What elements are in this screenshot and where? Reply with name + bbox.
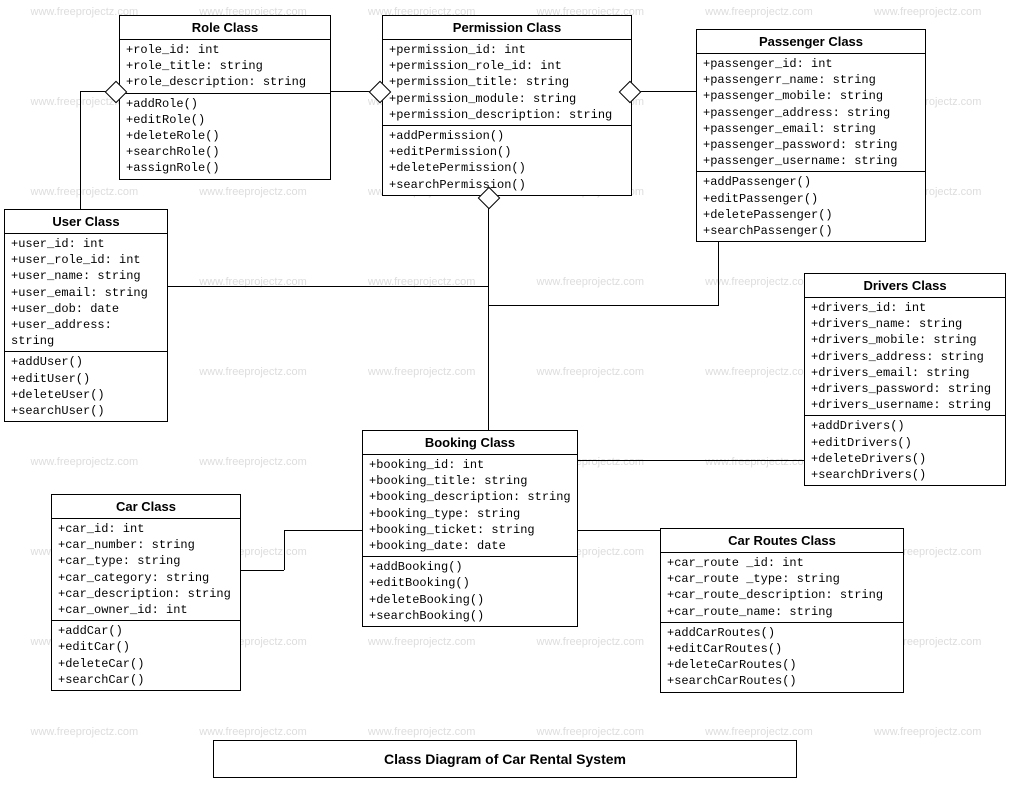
booking-class-box: Booking Class +booking_id: int+booking_t… (362, 430, 578, 627)
class-title: User Class (5, 210, 167, 234)
class-title: Passenger Class (697, 30, 925, 54)
car-class-box: Car Class +car_id: int+car_number: strin… (51, 494, 241, 691)
class-title: Booking Class (363, 431, 577, 455)
class-title: Role Class (120, 16, 330, 40)
role-class-box: Role Class +role_id: int+role_title: str… (119, 15, 331, 180)
class-attrs: +role_id: int+role_title: string+role_de… (120, 40, 330, 94)
class-title: Car Class (52, 495, 240, 519)
permission-class-box: Permission Class +permission_id: int+per… (382, 15, 632, 196)
user-class-box: User Class +user_id: int+user_role_id: i… (4, 209, 168, 422)
diagram-title: Class Diagram of Car Rental System (213, 740, 797, 778)
carroutes-class-box: Car Routes Class +car_route _id: int+car… (660, 528, 904, 693)
class-methods: +addUser()+editUser()+deleteUser()+searc… (5, 352, 167, 421)
class-attrs: +passenger_id: int+passengerr_name: stri… (697, 54, 925, 172)
class-title: Permission Class (383, 16, 631, 40)
class-methods: +addDrivers()+editDrivers()+deleteDriver… (805, 416, 1005, 485)
class-methods: +addPermission()+editPermission()+delete… (383, 126, 631, 195)
drivers-class-box: Drivers Class +drivers_id: int+drivers_n… (804, 273, 1006, 486)
class-attrs: +car_id: int+car_number: string+car_type… (52, 519, 240, 621)
class-methods: +addCar()+editCar()+deleteCar()+searchCa… (52, 621, 240, 690)
class-title: Car Routes Class (661, 529, 903, 553)
class-attrs: +permission_id: int+permission_role_id: … (383, 40, 631, 126)
passenger-class-box: Passenger Class +passenger_id: int+passe… (696, 29, 926, 242)
class-title: Drivers Class (805, 274, 1005, 298)
class-attrs: +drivers_id: int+drivers_name: string+dr… (805, 298, 1005, 416)
class-methods: +addRole()+editRole()+deleteRole()+searc… (120, 94, 330, 179)
class-methods: +addCarRoutes()+editCarRoutes()+deleteCa… (661, 623, 903, 692)
class-attrs: +booking_id: int+booking_title: string+b… (363, 455, 577, 557)
class-methods: +addBooking()+editBooking()+deleteBookin… (363, 557, 577, 626)
class-attrs: +car_route _id: int+car_route _type: str… (661, 553, 903, 623)
class-attrs: +user_id: int+user_role_id: int+user_nam… (5, 234, 167, 352)
class-methods: +addPassenger()+editPassenger()+deletePa… (697, 172, 925, 241)
